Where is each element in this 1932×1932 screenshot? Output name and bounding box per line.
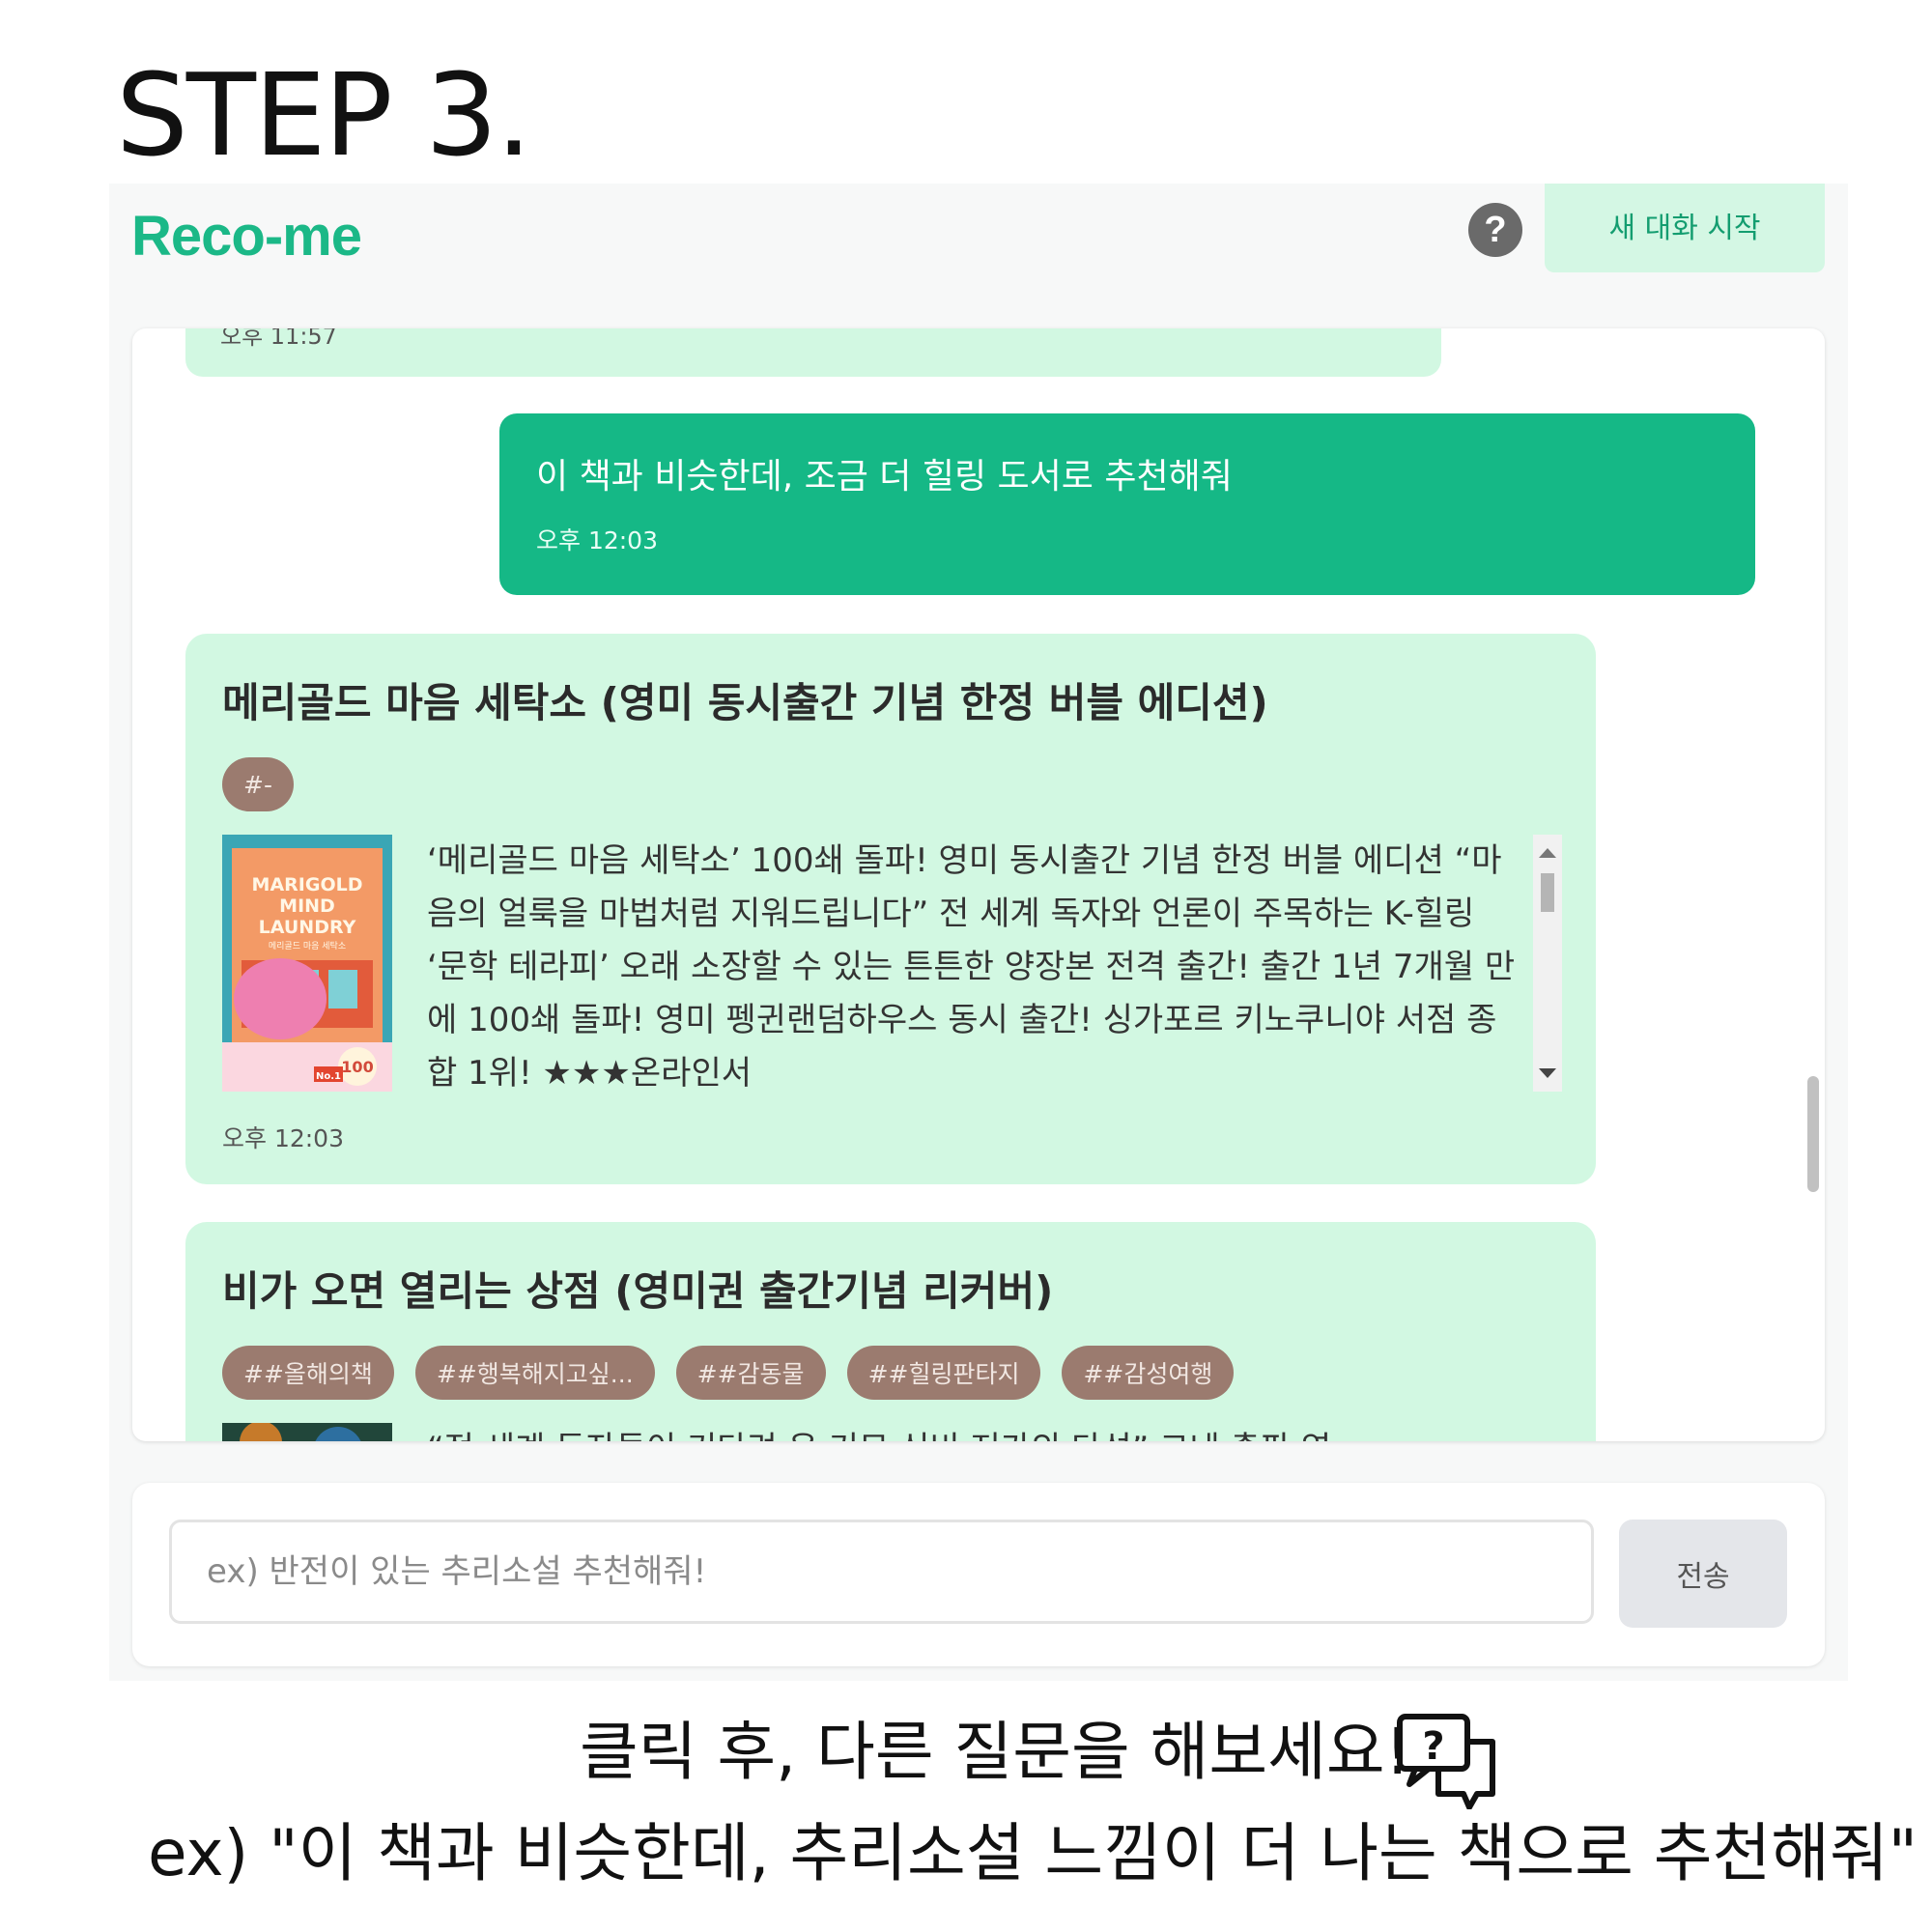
- user-message-text: 이 책과 비슷한데, 조금 더 힐링 도서로 추천해줘: [536, 457, 1233, 497]
- book-recommendation-card: 비가 오면 열리는 상점 (영미권 출간기념 리커버) ##올해의책 ##행복해…: [185, 1222, 1596, 1441]
- book-tag[interactable]: ##감동물: [675, 1346, 826, 1400]
- book-title: 비가 오면 열리는 상점 (영미권 출간기념 리커버): [222, 1267, 1054, 1315]
- message-composer: 전송: [132, 1483, 1825, 1666]
- previous-bot-message: 오후 11:57: [185, 328, 1441, 377]
- question-icon[interactable]: ?: [1468, 203, 1522, 257]
- user-message: 이 책과 비슷한데, 조금 더 힐링 도서로 추천해줘 오후 12:03: [499, 413, 1755, 595]
- tag-list: ##올해의책 ##행복해지고싶... ##감동물 ##힐링판타지 ##감성여행: [222, 1346, 1235, 1400]
- step-title: STEP 3.: [116, 48, 532, 182]
- cover-badge-rank: No.1: [316, 1071, 341, 1082]
- message-input[interactable]: [169, 1520, 1594, 1624]
- chat-question-icon: ?: [1396, 1713, 1502, 1810]
- description-scrollbar[interactable]: [1533, 835, 1562, 1092]
- chat-scrollbar[interactable]: [1807, 1076, 1819, 1192]
- scroll-up-icon[interactable]: [1539, 848, 1556, 858]
- message-time: 오후 11:57: [220, 328, 337, 350]
- book-description: ‘메리골드 마음 세탁소’ 100쇄 돌파! 영미 동시출간 기념 한정 버블 …: [427, 841, 1516, 1092]
- scroll-down-icon[interactable]: [1539, 1068, 1556, 1078]
- cover-title-line: MIND: [279, 895, 335, 917]
- cover-subtitle: 메리골드 마음 세탁소: [269, 940, 346, 952]
- tag-list: #-: [222, 757, 294, 811]
- scroll-thumb[interactable]: [1541, 873, 1554, 912]
- book-cover-image: MARIGOLD MIND LAUNDRY 메리골드 마음 세탁소 100 No…: [222, 835, 392, 1092]
- chat-panel[interactable]: 오후 11:57 이 책과 비슷한데, 조금 더 힐링 도서로 추천해줘 오후 …: [132, 328, 1825, 1441]
- app-window: Reco-me ? 새 대화 시작 오후 11:57 이 책과 비슷한데, 조금…: [109, 184, 1848, 1681]
- svg-text:?: ?: [1422, 1724, 1444, 1769]
- book-recommendation-card: 메리골드 마음 세탁소 (영미 동시출간 기념 한정 버블 에디션) #- MA…: [185, 634, 1596, 1184]
- caption-line-1: 클릭 후, 다른 질문을 해보세요!: [580, 1715, 1410, 1789]
- book-tag[interactable]: ##힐링판타지: [846, 1346, 1041, 1400]
- brand-logo: Reco-me: [131, 205, 362, 268]
- book-title: 메리골드 마음 세탁소 (영미 동시출간 기념 한정 버블 에디션): [222, 679, 1268, 726]
- book-tag[interactable]: ##행복해지고싶...: [414, 1346, 655, 1400]
- book-description: “전 세계 독자들이 기다려 온 기묘 신비 저가의 다섯” 그네 출판 영: [427, 1423, 1523, 1441]
- book-tag[interactable]: ##감성여행: [1062, 1346, 1235, 1400]
- cover-badge-number: 100: [341, 1058, 373, 1076]
- message-time: 오후 12:03: [536, 526, 658, 554]
- message-time: 오후 12:03: [222, 1124, 344, 1152]
- book-cover-image: [222, 1423, 392, 1441]
- cover-title-line: LAUNDRY: [259, 917, 356, 938]
- send-button[interactable]: 전송: [1619, 1520, 1787, 1628]
- cover-title-line: MARIGOLD: [252, 874, 363, 895]
- new-chat-button[interactable]: 새 대화 시작: [1545, 184, 1825, 272]
- book-tag[interactable]: #-: [222, 757, 294, 811]
- book-tag[interactable]: ##올해의책: [222, 1346, 394, 1400]
- caption-line-2: ex) "이 책과 비슷한데, 추리소설 느낌이 더 나는 책으로 추천해줘": [148, 1816, 1918, 1890]
